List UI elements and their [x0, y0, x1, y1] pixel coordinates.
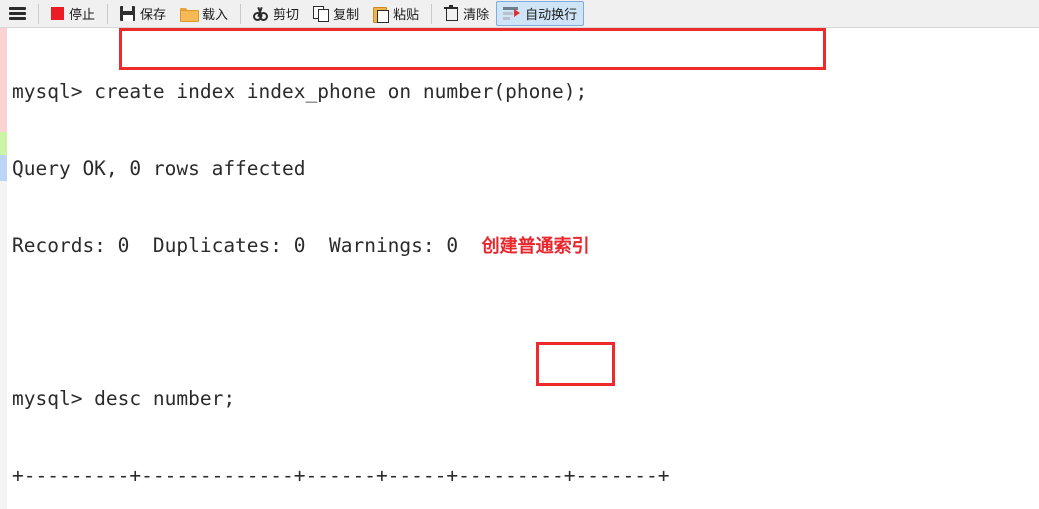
cut-button-label: 剪切: [273, 7, 300, 22]
clipboard-icon: [373, 6, 390, 23]
stop-button-label: 停止: [69, 7, 96, 22]
gutter-segment: [0, 132, 7, 155]
toolbar-divider: [431, 3, 433, 24]
cut-button[interactable]: 剪切: [246, 1, 306, 26]
clear-button[interactable]: 清除: [437, 1, 496, 26]
records-text: Records: 0 Duplicates: 0 Warnings: 0: [12, 233, 482, 257]
annotation-create-index-note: 创建普通索引: [481, 235, 590, 257]
save-button-label: 保存: [140, 7, 167, 22]
sql-command-text: create index index_phone on number(phone…: [94, 80, 588, 104]
toolbar-divider: [107, 3, 109, 24]
console-line-records: Records: 0 Duplicates: 0 Warnings: 0 创建普…: [12, 233, 1039, 259]
folder-icon: [180, 7, 200, 22]
load-button[interactable]: 载入: [173, 1, 235, 26]
copy-sheets-icon: [313, 6, 330, 22]
console-line-command: mysql> create index index_phone on numbe…: [12, 79, 1039, 105]
paste-button[interactable]: 粘贴: [366, 1, 426, 26]
paste-button-label: 粘贴: [393, 7, 420, 22]
copy-button-label: 复制: [333, 7, 360, 22]
table-separator-top: +---------+-------------+------+-----+--…: [12, 464, 670, 488]
trash-can-icon: [444, 5, 459, 21]
gutter-segment: [0, 181, 7, 509]
line-marker-gutter: [0, 28, 7, 509]
stop-button[interactable]: 停止: [44, 1, 102, 26]
toolbar-divider: [240, 3, 242, 24]
load-button-label: 载入: [202, 7, 229, 22]
terminal-text: mysql> create index index_phone on numbe…: [12, 28, 1039, 509]
gutter-segment: [0, 155, 7, 181]
save-button[interactable]: 保存: [113, 1, 173, 26]
copy-button[interactable]: 复制: [306, 1, 366, 26]
menu-button[interactable]: [2, 1, 33, 26]
clear-button-label: 清除: [463, 7, 490, 22]
auto-wrap-toggle[interactable]: 自动换行: [496, 1, 585, 26]
console-line-desc-command: mysql> desc number;: [12, 387, 236, 411]
toolbar-divider: [38, 3, 39, 24]
toolbar: 停止 保存 载入 剪切 复制 粘贴 清除 自动换行: [0, 0, 1039, 28]
auto-wrap-toggle-label: 自动换行: [525, 7, 578, 22]
mysql-console-window: 停止 保存 载入 剪切 复制 粘贴 清除 自动换行 mysql> create …: [0, 0, 1039, 509]
console-line-query-ok: Query OK, 0 rows affected: [12, 156, 306, 180]
mysql-prompt: mysql>: [12, 80, 95, 104]
word-wrap-icon: [503, 7, 521, 20]
gutter-segment: [0, 28, 7, 132]
floppy-disk-icon: [120, 6, 136, 21]
console-output-area[interactable]: mysql> create index index_phone on numbe…: [0, 28, 1039, 509]
stop-square-icon: [51, 7, 64, 20]
hamburger-menu-icon: [9, 7, 26, 20]
scissors-icon: [253, 6, 269, 21]
